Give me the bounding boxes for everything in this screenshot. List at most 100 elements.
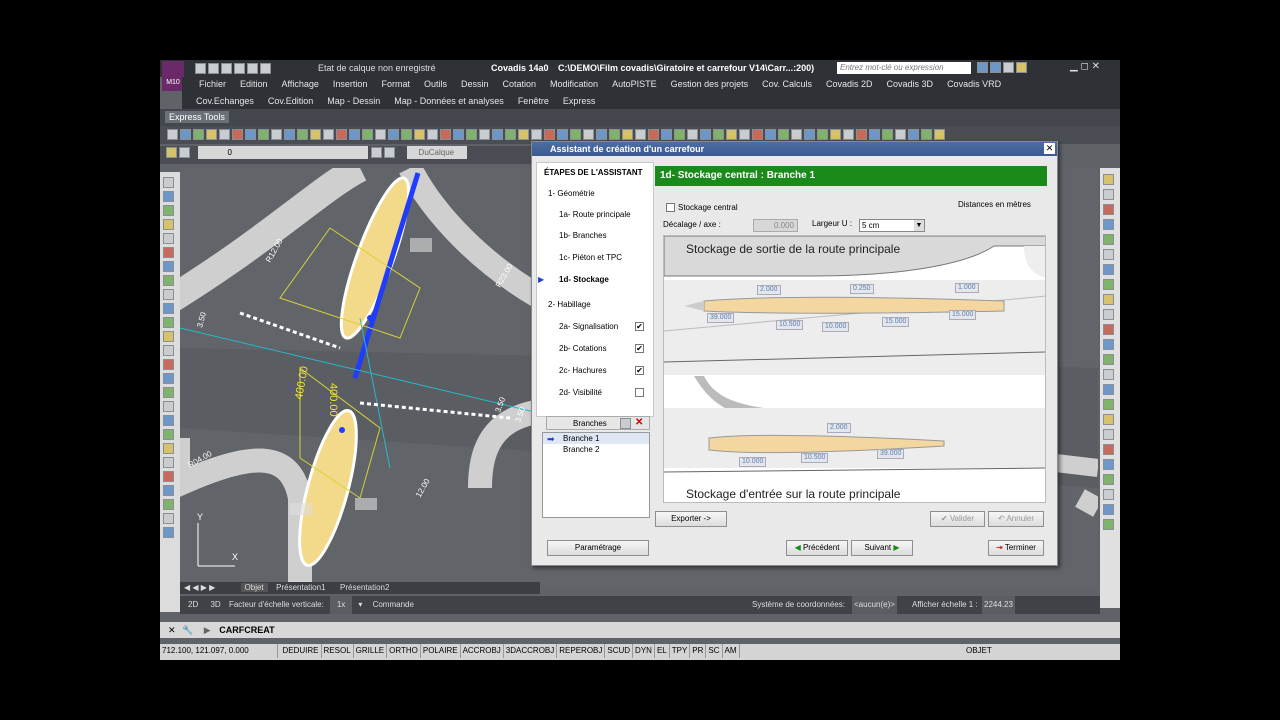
toggle-tpy[interactable]: TPY — [670, 644, 691, 658]
coord-system-value[interactable]: <aucun(e)> — [852, 596, 897, 614]
toggle-3daccrobj[interactable]: 3DACCROBJ — [504, 644, 558, 658]
step-checkbox[interactable] — [635, 388, 644, 397]
color-field[interactable]: DuCalque — [406, 146, 467, 159]
step-4[interactable]: 1d- Stockage — [559, 275, 609, 284]
menu2-1[interactable]: Cov.Edition — [268, 96, 313, 106]
toggle-polaire[interactable]: POLAIRE — [421, 644, 461, 658]
toolbar-icon[interactable] — [791, 129, 802, 141]
toolbar-icon[interactable] — [622, 129, 633, 141]
open-icon[interactable] — [208, 63, 219, 75]
modify-tool-icon[interactable] — [1103, 369, 1114, 380]
draw-tool-icon[interactable] — [163, 485, 174, 496]
toolbar-icon[interactable] — [232, 129, 243, 141]
toolbar-icon[interactable] — [557, 129, 568, 141]
modify-tool-icon[interactable] — [1103, 474, 1114, 485]
toolbar-icon[interactable] — [635, 129, 646, 141]
layer-prev-icon[interactable] — [371, 147, 383, 158]
toolbar-icon[interactable] — [778, 129, 789, 141]
menu2-2[interactable]: Map - Dessin — [327, 96, 380, 106]
modify-tool-icon[interactable] — [1103, 459, 1114, 470]
close-icon[interactable]: ✕ — [1044, 143, 1055, 154]
step-checkbox[interactable]: ✔ — [635, 322, 644, 331]
step-0[interactable]: 1- Géométrie — [548, 189, 595, 198]
3d-toggle[interactable]: 3D — [210, 600, 220, 609]
draw-tool-icon[interactable] — [163, 373, 174, 384]
add-branch-icon[interactable] — [620, 418, 631, 429]
communication-icon[interactable] — [990, 62, 1001, 74]
toolbar-icon[interactable] — [596, 129, 607, 141]
modify-tool-icon[interactable] — [1103, 219, 1114, 230]
vertical-scale-value[interactable]: 1x — [330, 596, 353, 614]
display-scale-value[interactable]: 2244.23 — [982, 596, 1015, 614]
toggle-scud[interactable]: SCUD — [605, 644, 634, 658]
toolbar-icon[interactable] — [830, 129, 841, 141]
toolbar-icon[interactable] — [492, 129, 503, 141]
close-icon[interactable]: ✕ — [1092, 61, 1100, 72]
draw-tool-icon[interactable] — [163, 289, 174, 300]
toggle-resol[interactable]: RESOL — [322, 644, 354, 658]
step-2[interactable]: 1b- Branches — [559, 231, 607, 240]
modify-tool-icon[interactable] — [1103, 429, 1114, 440]
menu-1[interactable]: Edition — [240, 79, 268, 89]
step-1[interactable]: 1a- Route principale — [559, 210, 631, 219]
toggle-el[interactable]: EL — [655, 644, 670, 658]
menu-7[interactable]: Cotation — [503, 79, 537, 89]
menu-10[interactable]: Gestion des projets — [671, 79, 749, 89]
modify-tool-icon[interactable] — [1103, 234, 1114, 245]
toolbar-icon[interactable] — [531, 129, 542, 141]
draw-tool-icon[interactable] — [163, 247, 174, 258]
step-5[interactable]: 2- Habillage — [548, 300, 591, 309]
save-icon[interactable] — [221, 63, 232, 75]
modify-tool-icon[interactable] — [1103, 444, 1114, 455]
menu-4[interactable]: Format — [381, 79, 410, 89]
draw-tool-icon[interactable] — [163, 401, 174, 412]
menu2-3[interactable]: Map - Données et analyses — [394, 96, 504, 106]
toolbar-icon[interactable] — [284, 129, 295, 141]
toolbar-icon[interactable] — [466, 129, 477, 141]
draw-tool-icon[interactable] — [163, 331, 174, 342]
star-icon[interactable] — [1003, 62, 1014, 74]
menu-0[interactable]: Fichier — [199, 79, 226, 89]
toolbar-icon[interactable] — [362, 129, 373, 141]
stockage-central-checkbox[interactable] — [666, 203, 675, 212]
new-icon[interactable] — [195, 63, 206, 75]
exporter-button[interactable]: Exporter -> — [655, 511, 727, 527]
toolbar-icon[interactable] — [882, 129, 893, 141]
toolbar-icon[interactable] — [843, 129, 854, 141]
step-9[interactable]: 2d- Visibilité — [559, 388, 602, 397]
branch-item[interactable]: Branche 1 — [543, 433, 649, 444]
toolbar-icon[interactable] — [206, 129, 217, 141]
suivant-button[interactable]: Suivant ▶ — [851, 540, 913, 556]
modify-tool-icon[interactable] — [1103, 339, 1114, 350]
toolbar-icon[interactable] — [674, 129, 685, 141]
modify-tool-icon[interactable] — [1103, 174, 1114, 185]
toolbar-icon[interactable] — [687, 129, 698, 141]
menu2-4[interactable]: Fenêtre — [518, 96, 549, 106]
wrench-icon[interactable]: 🔧 — [182, 625, 193, 635]
toolbar-icon[interactable] — [713, 129, 724, 141]
menu-12[interactable]: Covadis 2D — [826, 79, 873, 89]
menu-9[interactable]: AutoPISTE — [612, 79, 657, 89]
toolbar-icon[interactable] — [258, 129, 269, 141]
tab-presentation2[interactable]: Présentation2 — [334, 583, 395, 592]
draw-tool-icon[interactable] — [163, 219, 174, 230]
toolbar-icon[interactable] — [375, 129, 386, 141]
modify-tool-icon[interactable] — [1103, 504, 1114, 515]
layer-state[interactable]: Etat de calque non enregistré — [318, 63, 436, 73]
chevron-down-icon[interactable]: ▼ — [914, 220, 924, 231]
toolbar-icon[interactable] — [310, 129, 321, 141]
menu-2[interactable]: Affichage — [282, 79, 319, 89]
toolbar-icon[interactable] — [544, 129, 555, 141]
toggle-am[interactable]: AM — [723, 644, 740, 658]
toolbar-icon[interactable] — [336, 129, 347, 141]
draw-tool-icon[interactable] — [163, 471, 174, 482]
parametrage-button[interactable]: Paramétrage — [547, 540, 649, 556]
step-checkbox[interactable]: ✔ — [635, 344, 644, 353]
draw-tool-icon[interactable] — [163, 415, 174, 426]
toolbar-icon[interactable] — [297, 129, 308, 141]
toolbar-icon[interactable] — [479, 129, 490, 141]
toolbar-icon[interactable] — [453, 129, 464, 141]
toolbar-icon[interactable] — [414, 129, 425, 141]
menu-6[interactable]: Dessin — [461, 79, 489, 89]
modify-tool-icon[interactable] — [1103, 519, 1114, 530]
